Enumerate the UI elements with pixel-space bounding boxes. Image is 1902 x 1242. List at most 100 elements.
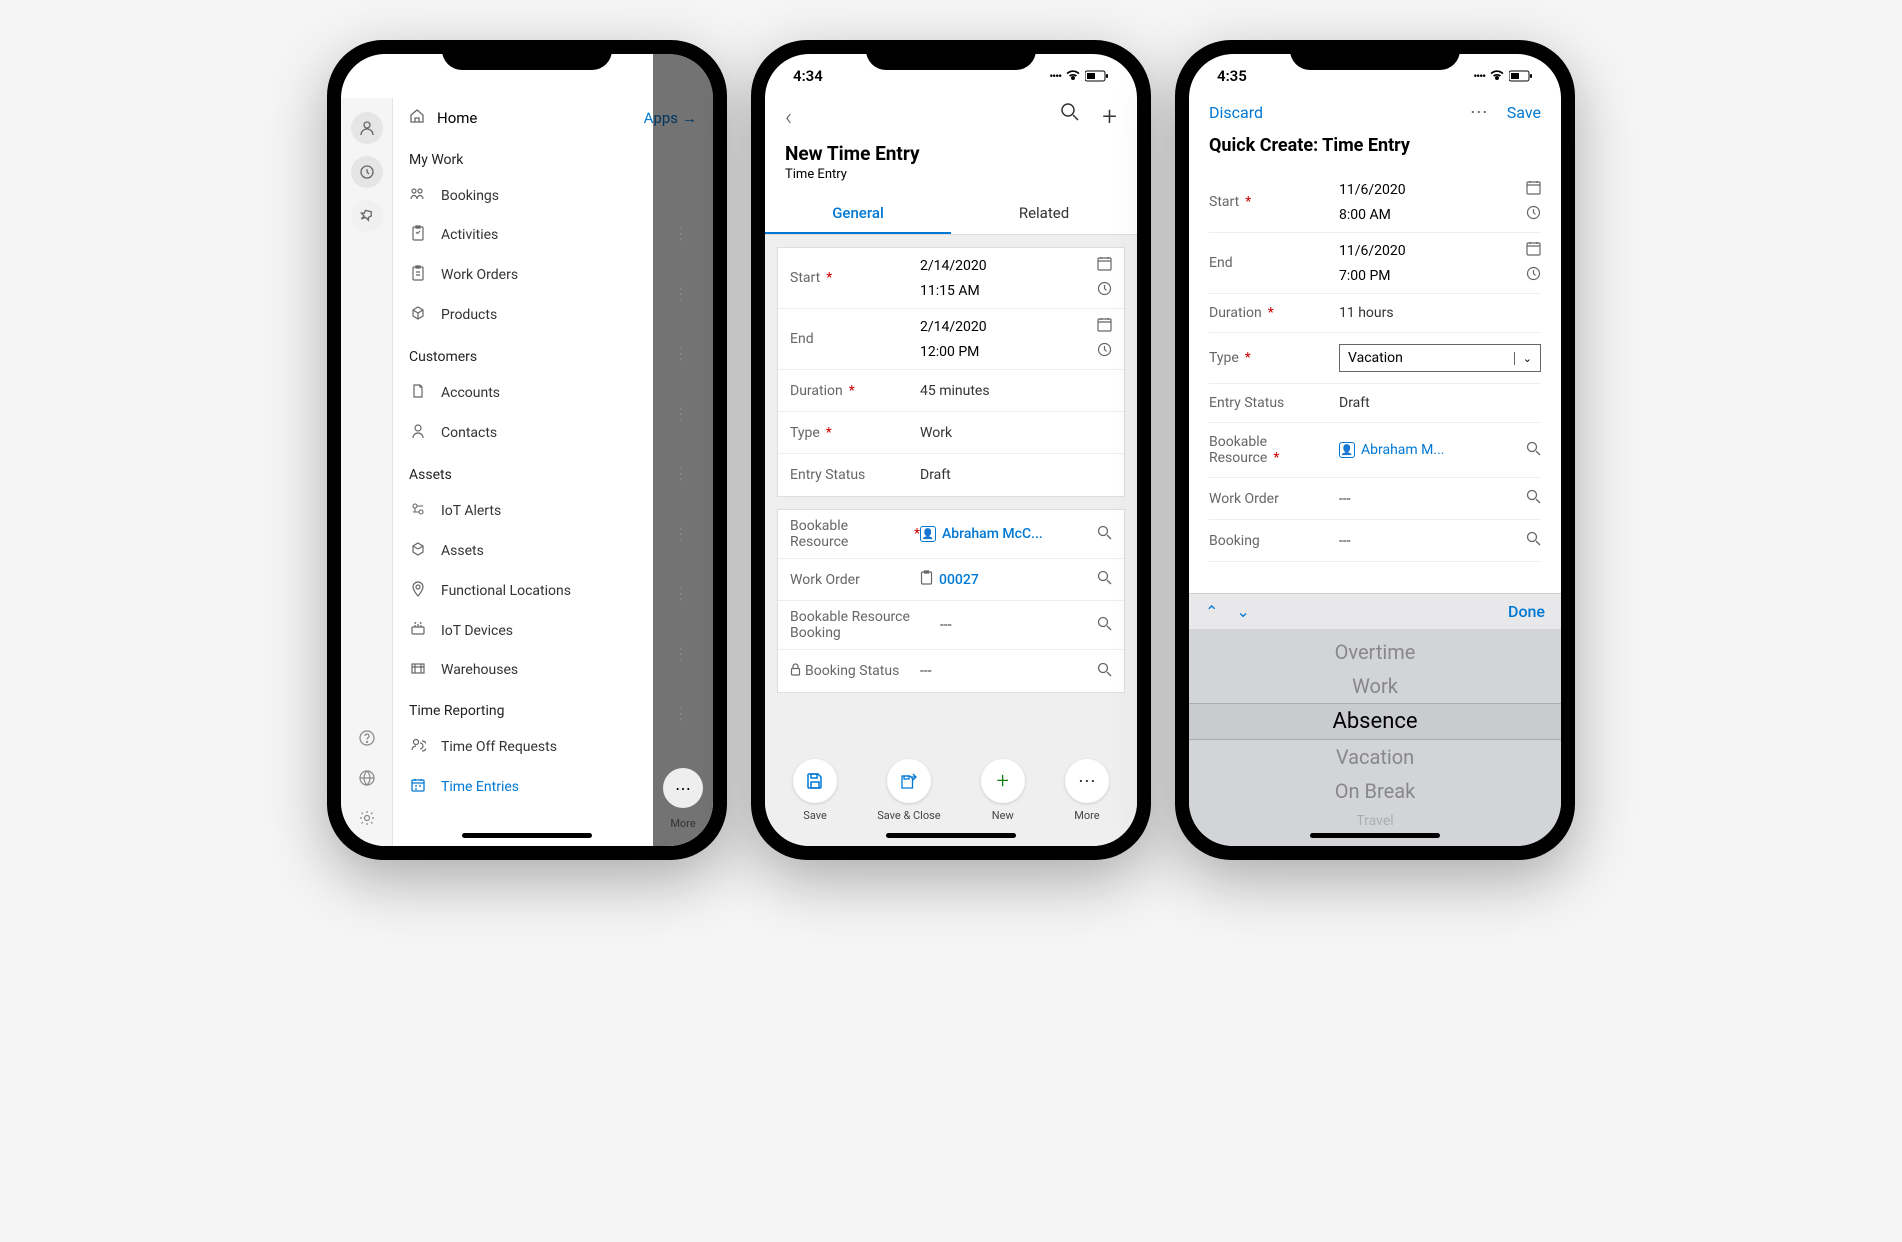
next-field-icon[interactable]: ⌄ xyxy=(1236,602,1249,621)
recent-icon[interactable] xyxy=(351,156,383,188)
field-label: Type xyxy=(790,425,820,441)
search-icon[interactable] xyxy=(1526,489,1541,508)
field-booking-status[interactable]: Booking Status --- xyxy=(778,650,1124,692)
status-time: 4:35 xyxy=(1217,67,1247,85)
globe-icon[interactable] xyxy=(351,762,383,794)
prev-field-icon[interactable]: ⌃ xyxy=(1205,602,1218,621)
field-duration[interactable]: Duration* 11 hours xyxy=(1209,294,1541,333)
nav-label: Bookings xyxy=(441,188,499,204)
picker-option[interactable]: Travel xyxy=(1189,808,1561,834)
nav-home-label: Home xyxy=(437,109,477,127)
field-type[interactable]: Type* Work xyxy=(778,412,1124,454)
field-work-order[interactable]: Work Order --- xyxy=(1209,478,1541,520)
done-button[interactable]: Done xyxy=(1508,602,1545,621)
background-scrim[interactable]: ⋮ ⋮ ⋮ ⋮ ⋮ ⋮ ⋮ ⋮ ⋮ ⋯ More xyxy=(653,98,713,846)
plus-icon: + xyxy=(981,759,1025,803)
nav-label: Contacts xyxy=(441,425,497,441)
search-icon[interactable] xyxy=(1097,570,1112,589)
picker-option[interactable]: Overtime xyxy=(1189,635,1561,669)
tab-general[interactable]: General xyxy=(765,194,951,234)
select-value: Vacation xyxy=(1348,350,1403,366)
field-date: 2/14/2020 xyxy=(920,258,987,274)
phone-3-quick-create: 4:35 •••• Discard ⋯ Save Quick Create: T… xyxy=(1175,40,1575,860)
search-icon[interactable] xyxy=(1097,662,1112,681)
field-date: 11/6/2020 xyxy=(1339,243,1406,259)
nav-label: Assets xyxy=(441,543,484,559)
field-bookable-resource-booking[interactable]: Bookable Resource Booking --- xyxy=(778,601,1124,650)
status-bar: 4:34 •••• xyxy=(765,54,1137,98)
back-button[interactable]: ‹ xyxy=(785,103,792,131)
pin-icon[interactable] xyxy=(351,200,383,232)
field-entry-status[interactable]: Entry Status Draft xyxy=(1209,384,1541,423)
field-time: 12:00 PM xyxy=(920,344,979,360)
clock-icon[interactable] xyxy=(1097,342,1112,361)
bottom-label: More xyxy=(1074,809,1099,822)
field-label: Work Order xyxy=(790,572,860,588)
picker-option[interactable]: Work xyxy=(1189,669,1561,703)
add-icon[interactable]: + xyxy=(1102,102,1117,132)
save-close-button[interactable]: Save & Close xyxy=(877,759,940,822)
field-duration[interactable]: Duration* 45 minutes xyxy=(778,370,1124,412)
save-icon xyxy=(793,759,837,803)
products-icon xyxy=(409,305,427,325)
field-value: --- xyxy=(1339,533,1526,549)
clipboard-icon xyxy=(920,570,933,589)
bg-more-button[interactable]: ⋯ xyxy=(663,768,703,808)
field-type[interactable]: Type* Vacation ⌄ xyxy=(1209,333,1541,384)
field-entry-status[interactable]: Entry Status Draft xyxy=(778,454,1124,496)
picker-option-selected[interactable]: Absence xyxy=(1189,703,1561,740)
calendar-icon[interactable] xyxy=(1526,241,1541,260)
clock-icon[interactable] xyxy=(1097,281,1112,300)
status-icons: •••• xyxy=(1473,70,1533,83)
discard-button[interactable]: Discard xyxy=(1209,103,1263,122)
field-label: Booking Status xyxy=(805,663,899,679)
field-bookable-resource[interactable]: Bookable Resource* 👤Abraham M... xyxy=(1209,423,1541,478)
help-icon[interactable] xyxy=(351,722,383,754)
search-icon[interactable] xyxy=(1060,102,1080,132)
assets-icon xyxy=(409,541,427,561)
calendar-icon[interactable] xyxy=(1097,317,1112,336)
field-work-order[interactable]: Work Order 00027 xyxy=(778,559,1124,601)
picker-option[interactable]: Vacation xyxy=(1189,740,1561,774)
search-icon[interactable] xyxy=(1097,525,1112,544)
nav-label: Products xyxy=(441,307,497,323)
field-bookable-resource[interactable]: Bookable Resource* 👤Abraham McC... xyxy=(778,510,1124,559)
save-button[interactable]: Save xyxy=(793,759,837,822)
field-end[interactable]: End 11/6/2020 7:00 PM xyxy=(1209,233,1541,294)
calendar-icon[interactable] xyxy=(1097,256,1112,275)
clock-icon[interactable] xyxy=(1526,205,1541,224)
timeentries-icon xyxy=(409,777,427,797)
field-booking[interactable]: Booking --- xyxy=(1209,520,1541,562)
saveclose-icon xyxy=(887,759,931,803)
tabs: General Related xyxy=(765,194,1137,235)
field-label: Bookable Resource xyxy=(790,518,908,550)
more-button[interactable]: ⋯More xyxy=(1065,759,1109,822)
field-time: 11:15 AM xyxy=(920,283,980,299)
field-end[interactable]: End 2/14/2020 12:00 PM xyxy=(778,309,1124,370)
search-icon[interactable] xyxy=(1526,531,1541,550)
type-select[interactable]: Vacation ⌄ xyxy=(1339,344,1541,372)
more-icon[interactable]: ⋯ xyxy=(1470,102,1489,123)
new-button[interactable]: +New xyxy=(981,759,1025,822)
nav-home[interactable]: Home xyxy=(409,108,477,128)
picker-wheel[interactable]: Overtime Work Absence Vacation On Break … xyxy=(1189,629,1561,846)
search-icon[interactable] xyxy=(1526,441,1541,460)
search-icon[interactable] xyxy=(1097,616,1112,635)
field-value: Abraham McC... xyxy=(942,526,1043,542)
resource-card: Bookable Resource* 👤Abraham McC... Work … xyxy=(777,509,1125,693)
field-start[interactable]: Start* 11/6/2020 8:00 AM xyxy=(1209,172,1541,233)
field-label: Type xyxy=(1209,350,1239,366)
clock-icon[interactable] xyxy=(1526,266,1541,285)
save-button[interactable]: Save xyxy=(1507,103,1541,122)
field-start[interactable]: Start* 2/14/2020 11:15 AM xyxy=(778,248,1124,309)
field-value: Work xyxy=(920,425,1112,441)
gear-icon[interactable] xyxy=(351,802,383,834)
home-indicator xyxy=(462,833,592,838)
workorders-icon xyxy=(409,265,427,285)
tab-related[interactable]: Related xyxy=(951,194,1137,234)
profile-icon[interactable] xyxy=(351,112,383,144)
page-title: Quick Create: Time Entry xyxy=(1189,127,1561,164)
page-subtitle: Time Entry xyxy=(785,167,1117,182)
calendar-icon[interactable] xyxy=(1526,180,1541,199)
picker-option[interactable]: On Break xyxy=(1189,774,1561,808)
